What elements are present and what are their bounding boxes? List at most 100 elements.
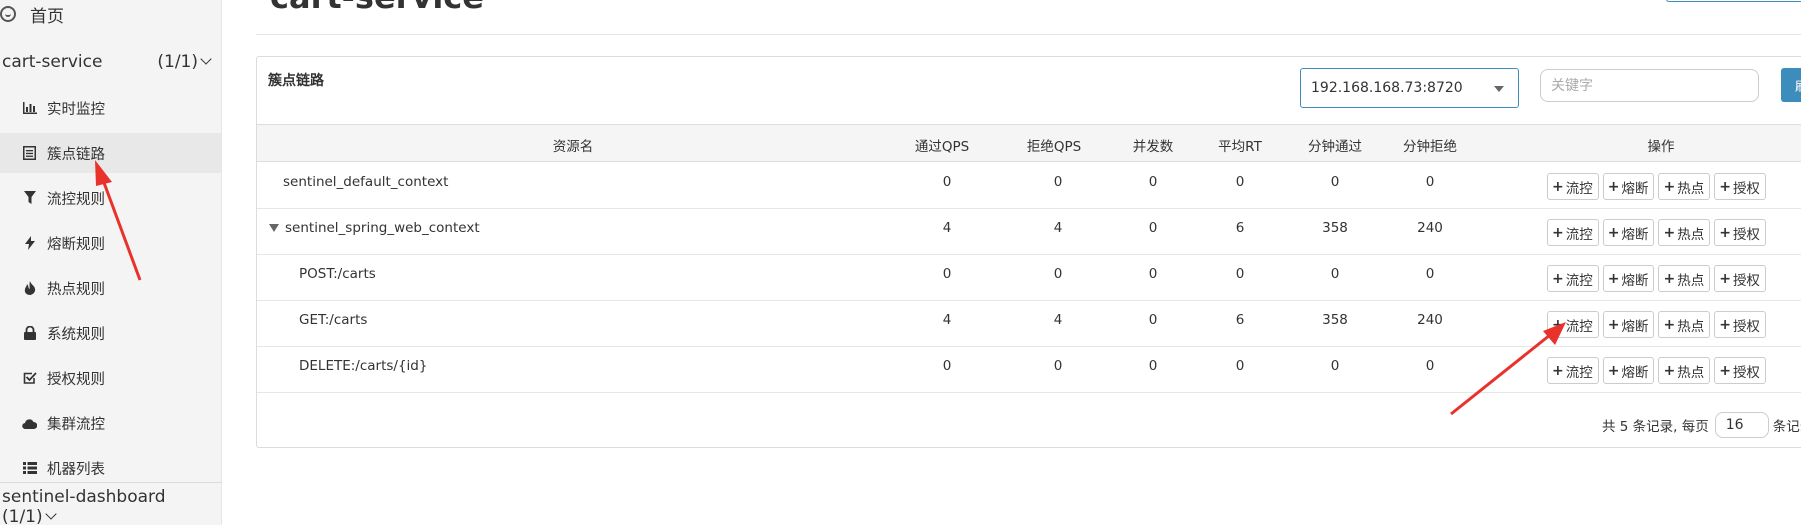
auth-rule-button[interactable]: + 授权 — [1714, 219, 1766, 246]
hot-rule-button[interactable]: + 热点 — [1658, 311, 1711, 338]
plus-icon: + — [1663, 224, 1676, 241]
minute-pass: 0 — [1330, 358, 1340, 374]
sidebar-item-label: 簇点链路 — [47, 146, 105, 163]
plus-icon: + — [1552, 270, 1564, 287]
plus-icon: + — [1663, 270, 1676, 287]
cluster-link-panel: 簇点链路 192.168.168.73:8720 刷新 资源名 通过QPS 拒绝… — [256, 56, 1801, 448]
op-label: 热点 — [1677, 272, 1705, 289]
sidebar-item-system-rules[interactable]: 系统规则 — [0, 313, 221, 353]
machine-select-value: 192.168.168.73:8720 — [1311, 80, 1463, 96]
keyword-search-input[interactable] — [1540, 69, 1759, 102]
plus-icon: + — [1607, 316, 1620, 333]
plus-icon: + — [1607, 270, 1620, 287]
sidebar-item-label: 热点规则 — [47, 281, 105, 298]
table-row: sentinel_default_context 0 0 0 0 0 0 + 流控… — [257, 163, 1801, 209]
op-label: 流控 — [1565, 226, 1593, 243]
dashboard-icon — [0, 6, 16, 22]
plus-icon: + — [1552, 178, 1564, 195]
app-cart-service[interactable]: cart-service (1/1) — [0, 40, 222, 84]
app-sentinel-dashboard[interactable]: sentinel-dashboard (1/1) — [0, 485, 222, 525]
plus-icon: + — [1663, 178, 1676, 195]
plus-icon: + — [1663, 316, 1676, 333]
op-label: 熔断 — [1621, 180, 1649, 197]
chevron-down-icon — [200, 53, 212, 65]
resource-name: sentinel_spring_web_context — [285, 220, 480, 236]
sidebar-item-degrade-rules[interactable]: 熔断规则 — [0, 223, 221, 263]
auth-rule-button[interactable]: + 授权 — [1714, 311, 1766, 338]
sidebar-item-realtime-monitor[interactable]: 实时监控 — [0, 88, 221, 128]
sidebar-item-hot-rules[interactable]: 热点规则 — [0, 268, 221, 308]
minute-pass: 358 — [1322, 312, 1348, 328]
sidebar-item-label: 集群流控 — [47, 416, 105, 433]
flow-rule-button[interactable]: + 流控 — [1547, 357, 1599, 384]
page-size-input[interactable] — [1714, 412, 1769, 438]
minute-block: 0 — [1425, 358, 1435, 374]
table-row: sentinel_spring_web_context 4 4 0 6 358 … — [257, 209, 1801, 255]
plus-icon: + — [1663, 362, 1676, 379]
plus-icon: + — [1719, 224, 1731, 241]
sidebar-item-label: 系统规则 — [47, 326, 105, 343]
sidebar-item-label: 熔断规则 — [47, 236, 105, 253]
block-qps: 4 — [1053, 312, 1063, 328]
flow-rule-button[interactable]: + 流控 — [1547, 173, 1599, 200]
minute-block: 0 — [1425, 174, 1435, 190]
plus-icon: + — [1552, 316, 1564, 333]
hot-rule-button[interactable]: + 热点 — [1658, 173, 1711, 200]
plus-icon: + — [1607, 362, 1620, 379]
sidebar-item-flow-rules[interactable]: 流控规则 — [0, 178, 221, 218]
home-link[interactable]: 首页 — [0, 0, 64, 28]
sidebar-item-cluster-link[interactable]: 簇点链路 — [0, 133, 221, 173]
resource-name: sentinel_default_context — [283, 174, 449, 190]
auth-rule-button[interactable]: + 授权 — [1714, 173, 1766, 200]
minute-pass: 0 — [1330, 266, 1340, 282]
collapse-triangle-icon[interactable] — [269, 224, 279, 232]
top-right-button[interactable] — [1666, 0, 1801, 2]
home-label: 首页 — [30, 6, 64, 27]
pagination: 共 5 条记录, 每页 条记录 — [1602, 412, 1801, 438]
sidebar-item-auth-rules[interactable]: 授权规则 — [0, 358, 221, 398]
row-operations: + 流控 + 熔断 + 热点 + 授权 — [1547, 265, 1766, 292]
refresh-label: 刷新 — [1795, 76, 1801, 95]
degrade-rule-button[interactable]: + 熔断 — [1602, 357, 1655, 384]
col-minute-pass: 分钟通过 — [1308, 139, 1362, 155]
sidebar-item-cluster-flow[interactable]: 集群流控 — [0, 403, 221, 443]
col-avg-rt: 平均RT — [1218, 139, 1262, 155]
degrade-rule-button[interactable]: + 熔断 — [1602, 265, 1655, 292]
plus-icon: + — [1719, 316, 1731, 333]
op-label: 热点 — [1677, 180, 1705, 197]
refresh-button[interactable]: 刷新 — [1781, 68, 1801, 102]
flow-rule-button[interactable]: + 流控 — [1547, 311, 1599, 338]
degrade-rule-button[interactable]: + 熔断 — [1602, 173, 1655, 200]
cloud-icon — [22, 416, 37, 431]
op-label: 熔断 — [1621, 272, 1649, 289]
avg-rt: 0 — [1235, 266, 1245, 282]
row-operations: + 流控 + 熔断 + 热点 + 授权 — [1547, 173, 1766, 200]
minute-block: 240 — [1417, 312, 1443, 328]
degrade-rule-button[interactable]: + 熔断 — [1602, 219, 1655, 246]
flow-rule-button[interactable]: + 流控 — [1547, 265, 1599, 292]
auth-rule-button[interactable]: + 授权 — [1714, 265, 1766, 292]
hot-rule-button[interactable]: + 热点 — [1658, 219, 1711, 246]
concurrency: 0 — [1148, 220, 1158, 236]
minute-pass: 358 — [1322, 220, 1348, 236]
block-qps: 0 — [1053, 174, 1063, 190]
op-label: 熔断 — [1621, 226, 1649, 243]
flow-rule-button[interactable]: + 流控 — [1547, 219, 1599, 246]
pager-prefix: 共 5 条记录, 每页 — [1602, 419, 1709, 435]
pass-qps: 4 — [942, 312, 952, 328]
auth-rule-button[interactable]: + 授权 — [1714, 357, 1766, 384]
machine-select[interactable]: 192.168.168.73:8720 — [1300, 68, 1519, 108]
filter-icon — [22, 191, 37, 206]
concurrency: 0 — [1148, 358, 1158, 374]
col-block-qps: 拒绝QPS — [1026, 139, 1082, 155]
sidebar-divider — [0, 482, 222, 483]
op-label: 流控 — [1565, 272, 1593, 289]
hot-rule-button[interactable]: + 热点 — [1658, 265, 1711, 292]
op-label: 流控 — [1565, 364, 1593, 381]
plus-icon: + — [1719, 178, 1731, 195]
sidebar-item-label: 机器列表 — [47, 461, 105, 478]
resource-name-tree: sentinel_spring_web_context — [269, 220, 480, 236]
hot-rule-button[interactable]: + 热点 — [1658, 357, 1711, 384]
degrade-rule-button[interactable]: + 熔断 — [1602, 311, 1655, 338]
avg-rt: 6 — [1235, 220, 1245, 236]
